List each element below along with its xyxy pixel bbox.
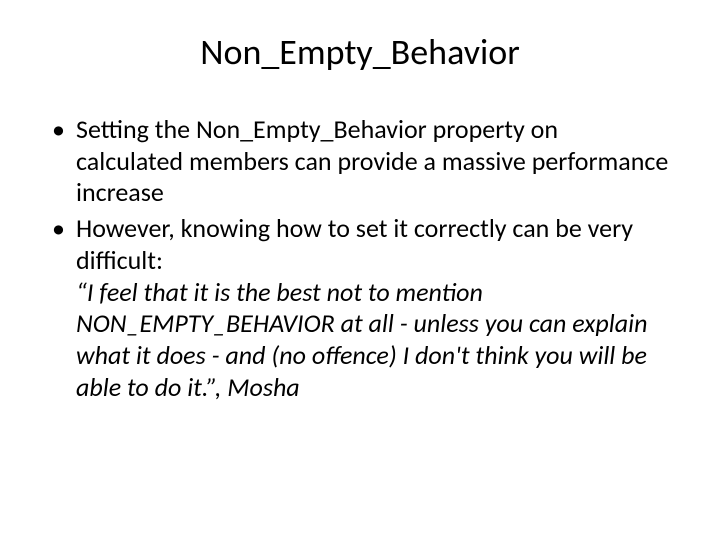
slide: Non_Empty_Behavior Setting the Non_Empty… <box>0 0 720 540</box>
bullet-text: Setting the Non_Empty_Behavior property … <box>76 113 668 208</box>
list-item: However, knowing how to set it correctly… <box>50 213 670 403</box>
bullet-text: However, knowing how to set it correctly… <box>76 212 633 276</box>
slide-title: Non_Empty_Behavior <box>40 30 680 74</box>
bullet-quote: “I feel that it is the best not to menti… <box>76 276 647 403</box>
list-item: Setting the Non_Empty_Behavior property … <box>50 114 670 209</box>
bullet-list: Setting the Non_Empty_Behavior property … <box>50 114 670 403</box>
